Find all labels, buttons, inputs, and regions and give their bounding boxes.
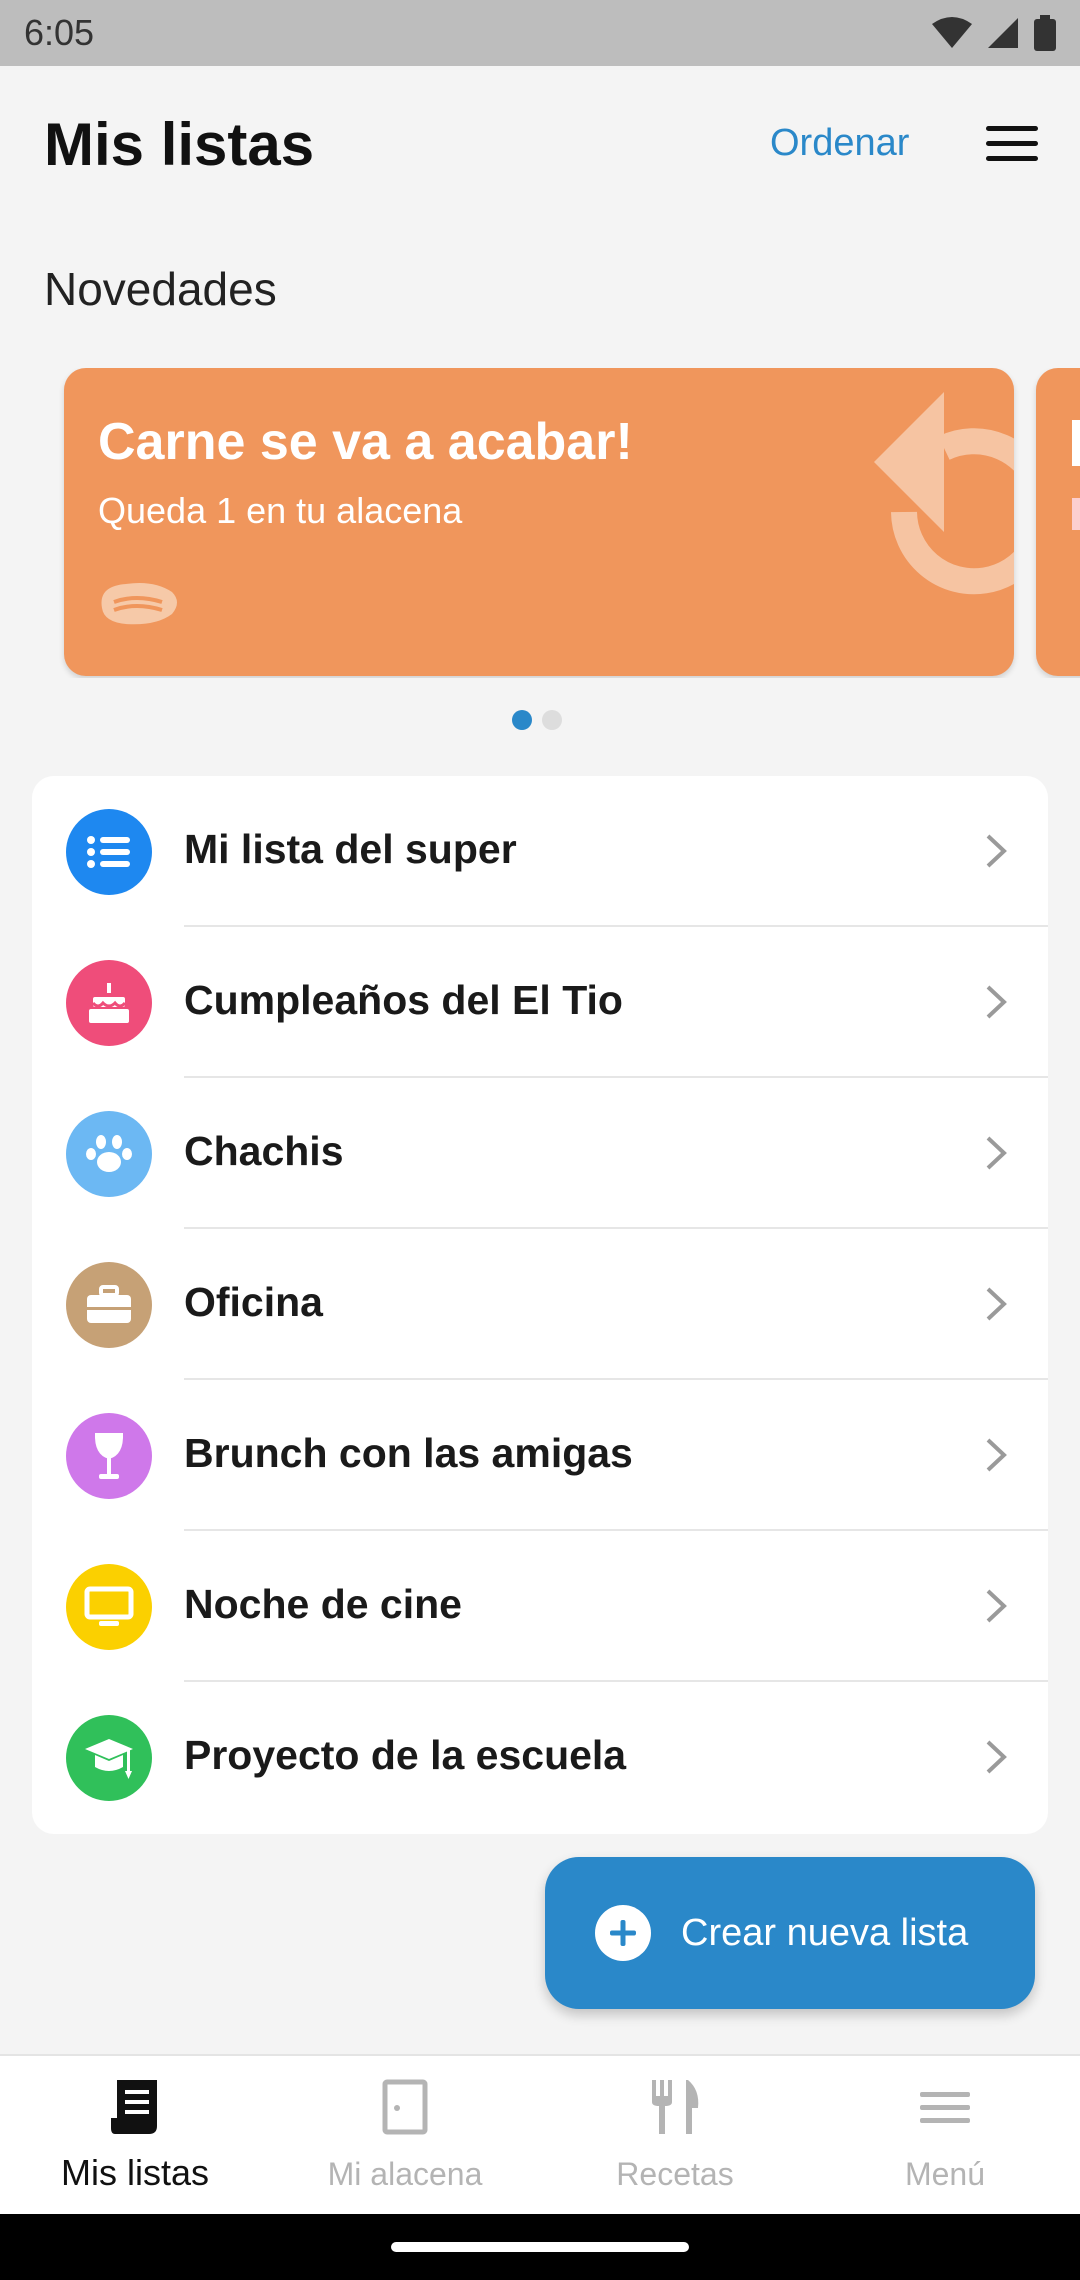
create-list-button[interactable]: Crear nueva lista <box>545 1857 1035 2009</box>
nav-label: Mi alacena <box>327 2156 483 2192</box>
list-item-mi-lista-del-super[interactable]: Mi lista del super <box>32 776 1048 927</box>
nav-label: Mis listas <box>60 2152 209 2193</box>
pagination-dot-active <box>512 710 532 730</box>
cake-icon <box>66 960 152 1046</box>
hamburger-menu-icon[interactable] <box>986 124 1038 164</box>
receipt-list-icon <box>111 2080 157 2134</box>
page-title: Mis listas <box>44 111 315 178</box>
list-item-brunch-con-las-amigas[interactable]: Brunch con las amigas <box>32 1380 1048 1531</box>
nav-tab-recetas[interactable]: Recetas <box>540 2056 810 2216</box>
home-gesture-handle[interactable] <box>391 2242 689 2252</box>
graduation-cap-icon <box>66 1715 152 1801</box>
list-item-oficina[interactable]: Oficina <box>32 1229 1048 1380</box>
news-card-title: Carne se va a acabar! <box>98 413 633 471</box>
carousel-pagination <box>512 710 562 730</box>
chevron-right-icon <box>986 1740 1007 1774</box>
nav-tab-mis-listas[interactable]: Mis listas <box>0 2056 270 2216</box>
refresh-arrow-icon <box>874 392 1014 595</box>
list-item-label: Noche de cine <box>184 1581 462 1627</box>
briefcase-icon <box>66 1262 152 1348</box>
wifi-icon <box>932 17 972 48</box>
system-navigation-bar <box>0 2214 1080 2280</box>
sort-button[interactable]: Ordenar <box>770 122 909 165</box>
status-time: 6:05 <box>24 12 95 53</box>
list-item-label: Proyecto de la escuela <box>184 1732 627 1778</box>
bottom-navigation: Mis listas Mi alacena Recetas Menú <box>0 2054 1080 2214</box>
lists-card: Mi lista del super Cumpleaños del El Tio… <box>32 776 1048 1834</box>
pagination-dot <box>542 710 562 730</box>
wine-glass-icon <box>66 1413 152 1499</box>
chevron-right-icon <box>986 1438 1007 1472</box>
app-header: Mis listas Ordenar <box>0 66 1080 226</box>
list-item-chachis[interactable]: Chachis <box>32 1078 1048 1229</box>
plus-icon <box>595 1905 651 1961</box>
list-item-label: Chachis <box>184 1128 344 1174</box>
news-section-title: Novedades <box>44 263 277 315</box>
list-item-proyecto-de-la-escuela[interactable]: Proyecto de la escuela <box>32 1682 1048 1833</box>
list-item-label: Brunch con las amigas <box>184 1430 633 1476</box>
steak-icon <box>101 583 177 625</box>
list-item-label: Cumpleaños del El Tio <box>184 977 623 1023</box>
status-icons <box>932 15 1056 51</box>
news-card-subtitle: Queda 1 en tu alacena <box>98 490 463 531</box>
fork-knife-icon <box>652 2080 699 2134</box>
list-item-label: Mi lista del super <box>184 826 517 872</box>
battery-icon <box>1034 15 1056 51</box>
list-item-cumpleanos-del-el-tio[interactable]: Cumpleaños del El Tio <box>32 927 1048 1078</box>
news-card[interactable]: Carne se va a acabar! Queda 1 en tu alac… <box>64 368 1014 676</box>
create-list-label: Crear nueva lista <box>681 1911 969 1954</box>
chevron-right-icon <box>986 834 1007 868</box>
chevron-right-icon <box>986 1589 1007 1623</box>
news-card-next[interactable] <box>1036 368 1080 676</box>
list-item-noche-de-cine[interactable]: Noche de cine <box>32 1531 1048 1682</box>
chevron-right-icon <box>986 985 1007 1019</box>
list-icon <box>66 809 152 895</box>
list-item-label: Oficina <box>184 1279 323 1325</box>
nav-label: Menú <box>904 2156 986 2192</box>
nav-label: Recetas <box>616 2156 734 2192</box>
signal-icon <box>988 18 1018 48</box>
chevron-right-icon <box>986 1287 1007 1321</box>
tv-icon <box>66 1564 152 1650</box>
menu-lines-icon <box>920 2092 970 2123</box>
nav-tab-menu[interactable]: Menú <box>810 2056 1080 2216</box>
paw-icon <box>66 1111 152 1197</box>
pantry-door-icon <box>382 2079 428 2135</box>
status-bar: 6:05 <box>0 0 1080 66</box>
nav-tab-mi-alacena[interactable]: Mi alacena <box>270 2056 540 2216</box>
chevron-right-icon <box>986 1136 1007 1170</box>
news-carousel[interactable]: Carne se va a acabar! Queda 1 en tu alac… <box>0 368 1080 678</box>
